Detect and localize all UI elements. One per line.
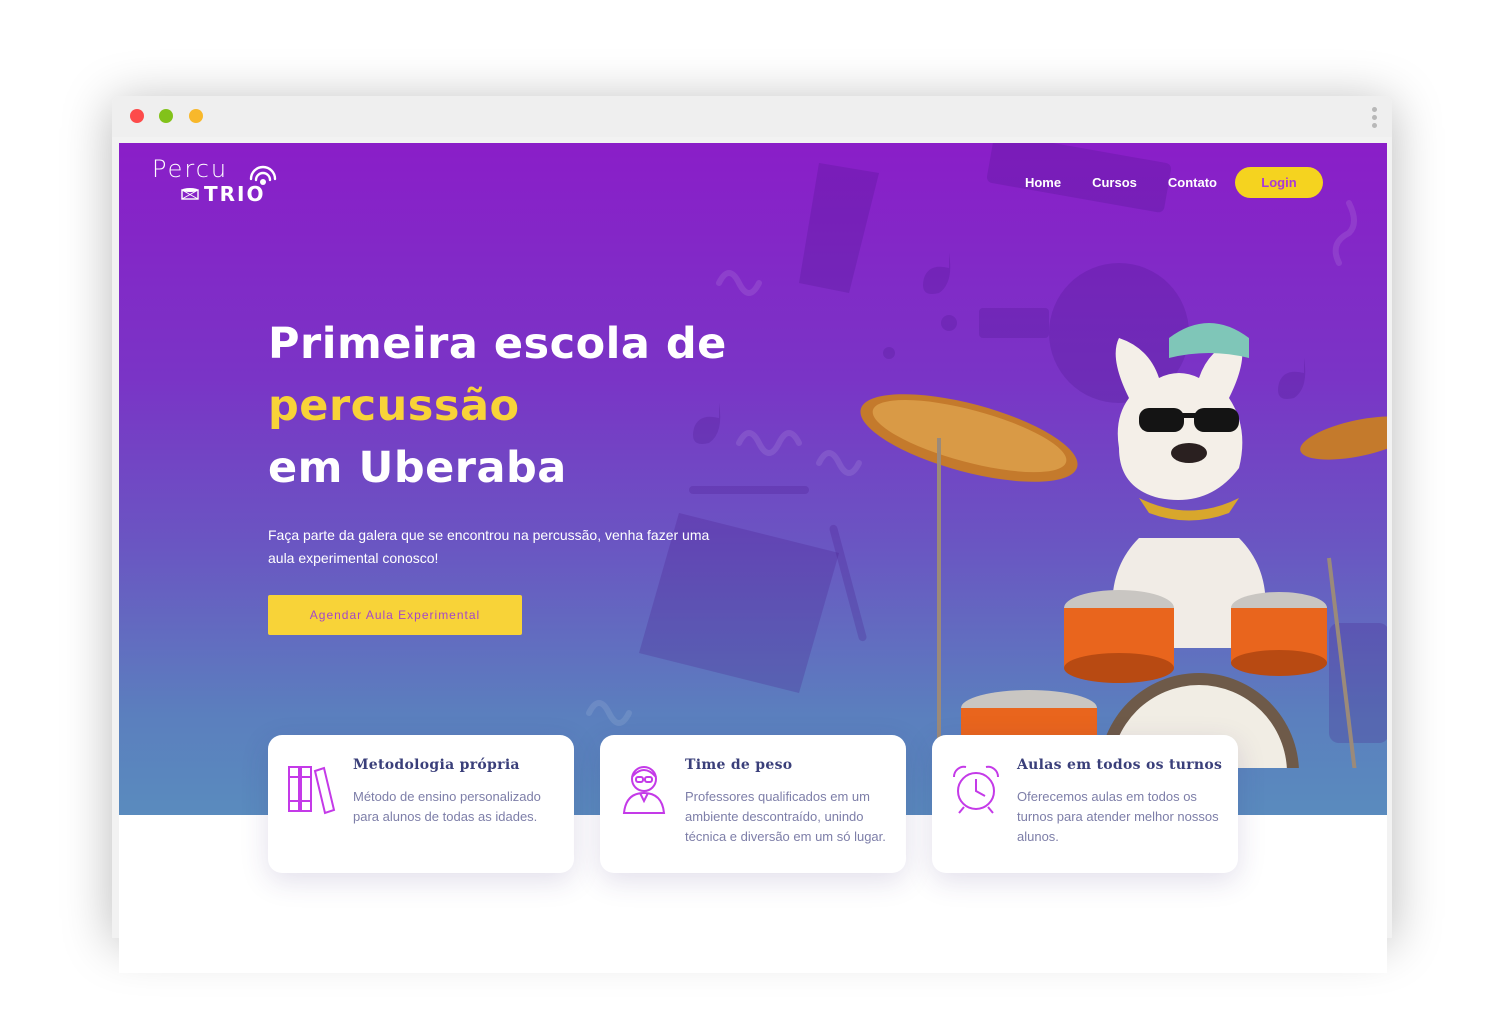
nav-cursos-link[interactable]: Cursos [1092, 175, 1137, 190]
feature-card: Metodologia própria Método de ensino per… [268, 735, 574, 873]
login-button[interactable]: Login [1235, 166, 1323, 198]
feature-card: Aulas em todos os turnos Oferecemos aula… [932, 735, 1238, 873]
dog-drummer-image [860, 323, 1387, 768]
feature-text: Método de ensino personalizado para alun… [353, 789, 541, 824]
signal-waves-icon [249, 165, 277, 185]
browser-titlebar [112, 96, 1392, 137]
feature-title: Time de peso [685, 757, 793, 773]
brand-logo[interactable]: Percu TRIO [152, 155, 292, 211]
feature-title: Aulas em todos os turnos [1017, 757, 1223, 773]
close-window-button[interactable] [130, 109, 144, 123]
web-page: Percu TRIO Home Cursos Contato Login Pri… [119, 143, 1387, 973]
drum-logo-icon [181, 188, 199, 200]
schedule-trial-button[interactable]: Agendar Aula Experimental [268, 595, 522, 635]
kebab-icon[interactable] [1370, 104, 1378, 130]
maximize-window-button[interactable] [189, 109, 203, 123]
minimize-window-button[interactable] [159, 109, 173, 123]
main-nav: Home Cursos Contato Login [994, 166, 1323, 198]
teacher-icon [622, 766, 666, 814]
feature-card: Time de peso Professores qualificados em… [600, 735, 906, 873]
feature-title: Metodologia própria [353, 757, 520, 773]
hero-title-accent: percussão [268, 381, 520, 431]
nav-contato-link[interactable]: Contato [1168, 175, 1217, 190]
hero-title-line1: Primeira escola de [268, 319, 727, 369]
alarm-clock-icon [952, 765, 1000, 814]
logo-text-top: Percu [152, 155, 229, 183]
feature-text: Oferecemos aulas em todos os turnos para… [1017, 789, 1219, 844]
books-icon [288, 766, 336, 815]
nav-home-link[interactable]: Home [1025, 175, 1061, 190]
hero-subtitle: Faça parte da galera que se encontrou na… [268, 527, 710, 566]
hero-section: Percu TRIO Home Cursos Contato Login Pri… [119, 143, 1387, 815]
hero-title: Primeira escola de percussão em Uberaba [268, 313, 828, 499]
hero-title-line3: em Uberaba [268, 443, 567, 493]
feature-text: Professores qualificados em um ambiente … [685, 789, 886, 844]
